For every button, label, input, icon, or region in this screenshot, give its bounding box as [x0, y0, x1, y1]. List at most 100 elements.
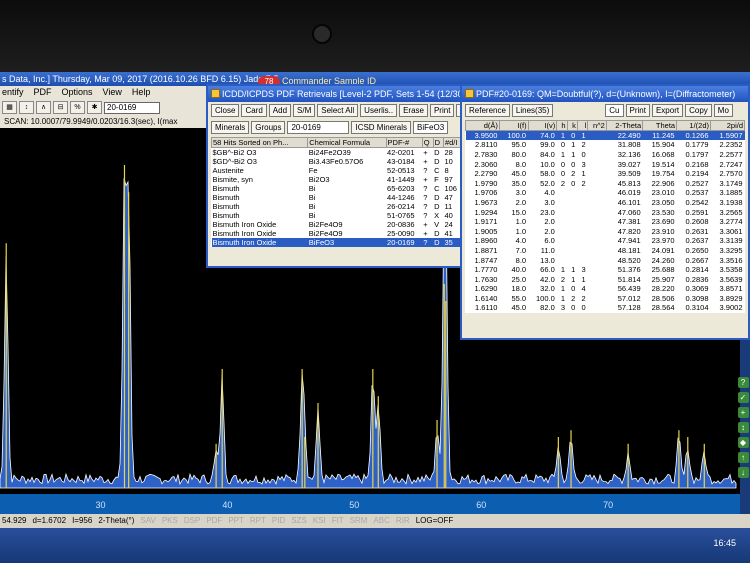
tab-lines[interactable]: Lines(35)	[511, 104, 554, 117]
minerals-button[interactable]: Minerals	[211, 121, 250, 134]
column-header[interactable]: h	[556, 120, 568, 131]
table-row[interactable]: 1.8747 8.0 13.0 48.520 24.260 0.2667 3.3516	[466, 255, 745, 265]
table-row[interactable]: 1.8871 7.0 11.0 48.181 24.091 0.2650 3.3295	[466, 246, 745, 256]
table-row[interactable]: 1.6110 45.0 82.0 3 0 0 57.128 28.564 0.3104 3.900…	[466, 303, 745, 313]
toolbar-button[interactable]: %	[70, 101, 85, 114]
table-row[interactable]: 1.7630 25.0 42.0 2 1 1 51.814 25.907 0.2836 3.563…	[466, 274, 745, 284]
status-tab[interactable]: FIT	[332, 514, 344, 528]
table-row[interactable]: Bismuth Iron Oxide Bi2Fe4O9 25-0090 + D 41	[212, 229, 463, 238]
table-row[interactable]: 1.9673 2.0 3.0 46.101 23.050 0.2542 3.1938	[466, 198, 745, 208]
select-all-button[interactable]: Select All	[317, 104, 359, 117]
status-tab[interactable]: PID	[272, 514, 285, 528]
formula-field[interactable]: BiFeO3	[413, 121, 449, 134]
arrow-down-icon[interactable]: ↓	[737, 467, 749, 478]
column-header[interactable]: 2pi/d	[710, 120, 745, 131]
column-header[interactable]: I(v)	[527, 120, 558, 131]
menu-options[interactable]: Options	[62, 86, 93, 99]
status-tab[interactable]: PKS	[162, 514, 178, 528]
toolbar-button[interactable]: ✱	[87, 101, 102, 114]
table-row[interactable]: 1.7770 40.0 66.0 1 1 3 51.376 25.688 0.2814 3.535…	[466, 265, 745, 275]
status-tab[interactable]: SRM	[350, 514, 368, 528]
toolbar-button[interactable]: ∧	[36, 101, 51, 114]
table-row[interactable]: 1.9005 1.0 2.0 47.820 23.910 0.2631 3.3061	[466, 226, 745, 236]
status-tab[interactable]: RIR	[396, 514, 410, 528]
diamond-icon[interactable]: ◆	[737, 437, 749, 448]
table-row[interactable]: 1.6290 18.0 32.0 1 0 4 56.439 28.220 0.3069 3.857…	[466, 284, 745, 294]
column-header[interactable]: Q	[421, 137, 434, 148]
groups-button[interactable]: Groups	[251, 121, 286, 134]
table-row[interactable]: Bismite, syn Bi2O3 41-1449 + F 97	[212, 175, 463, 184]
pdf-number-field[interactable]: 20-0169	[104, 101, 160, 114]
arrow-up-icon[interactable]: ↑	[737, 452, 749, 463]
table-row[interactable]: 1.9294 15.0 23.0 47.060 23.530 0.2591 3.2565	[466, 207, 745, 217]
table-row[interactable]: Bismuth Iron Oxide BiFeO3 20-0169? D 35	[211, 238, 463, 247]
target-select[interactable]: Cu	[605, 104, 624, 117]
table-row[interactable]: Austenite Fe 52-0513? C 8	[212, 166, 463, 175]
column-header[interactable]: 1/(2d)	[676, 120, 711, 131]
menu-view[interactable]: View	[103, 86, 122, 99]
column-header[interactable]: d(Å)	[465, 120, 500, 131]
tab-reference[interactable]: Reference	[465, 104, 510, 117]
table-row[interactable]: $GB^-Bi2 O3 Bi24Fe2O39 42-0201 + D 28	[212, 148, 463, 157]
status-mode[interactable]: 2-Theta(°)	[98, 514, 134, 528]
status-tab[interactable]: SZS	[291, 514, 307, 528]
toolbar-button[interactable]: ↕	[19, 101, 34, 114]
toolbar-button[interactable]: ⊟	[53, 101, 68, 114]
table-row[interactable]: 1.9706 3.0 4.0 46.019 23.010 0.2537 3.1885	[466, 188, 745, 198]
column-header[interactable]: 2-Theta	[605, 120, 644, 131]
column-header[interactable]: n^2	[587, 120, 607, 131]
status-tab[interactable]: PDF	[206, 514, 222, 528]
print-button[interactable]: Print	[625, 104, 650, 117]
export-button[interactable]: Export	[651, 104, 684, 117]
help-icon[interactable]: ?	[737, 377, 749, 388]
print-button[interactable]: Print	[429, 104, 455, 117]
status-tab[interactable]: ABC	[373, 514, 389, 528]
column-header[interactable]: I(f)	[498, 120, 529, 131]
close-button[interactable]: Close	[211, 104, 240, 117]
table-row[interactable]: 1.6140 55.0 100.0 1 2 2 57.012 28.506 0.3098 3.89…	[466, 294, 745, 304]
table-row[interactable]: Bismuth Bi 65-6203? C 106	[212, 184, 463, 193]
userlist-button[interactable]: Userlis..	[360, 104, 398, 117]
table-row[interactable]: Bismuth Bi 51-0765? X 40	[212, 211, 463, 220]
table-row[interactable]: 3.9500 100.0 74.0 1 0 1 22.490 11.245 0.1266 1.59…	[465, 130, 745, 141]
column-header[interactable]: D	[432, 137, 444, 148]
status-tab[interactable]: KSI	[313, 514, 326, 528]
icsd-minerals-checkbox[interactable]: ICSD Minerals	[351, 121, 412, 134]
column-header[interactable]: k	[566, 120, 578, 131]
status-tab[interactable]: RPT	[250, 514, 266, 528]
status-log[interactable]: LOG=OFF	[416, 514, 454, 528]
menu-pdf[interactable]: PDF	[34, 86, 52, 99]
table-row[interactable]: Bismuth Iron Oxide Bi2Fe4O9 20-0836 + V 24	[212, 220, 463, 229]
plus-icon[interactable]: +	[737, 407, 749, 418]
table-row[interactable]: Bismuth Bi 26-0214? D 11	[212, 202, 463, 211]
table-row[interactable]: 1.8960 4.0 6.0 47.941 23.970 0.2637 3.3139	[466, 236, 745, 246]
resize-icon[interactable]: ↕	[737, 422, 749, 433]
more-button[interactable]: Mo	[713, 104, 733, 117]
status-tab[interactable]: SAV	[140, 514, 155, 528]
menu-identify[interactable]: entify	[2, 86, 24, 99]
column-header[interactable]: Chemical Formula	[307, 137, 387, 148]
column-header[interactable]: l	[576, 120, 589, 131]
table-row[interactable]: 1.9171 1.0 2.0 47.381 23.690 0.2608 3.2774	[466, 217, 745, 227]
erase-button[interactable]: Erase	[399, 104, 428, 117]
column-header[interactable]: 58 Hits Sorted on Ph...	[210, 137, 309, 148]
table-row[interactable]: 1.9790 35.0 52.0 2 0 2 45.813 22.906 0.2527 3.174…	[466, 178, 745, 188]
table-row[interactable]: Bismuth Bi 44-1246? D 47	[212, 193, 463, 202]
table-row[interactable]: $GD^-Bi2 O3 Bi3.43Fe0.57O6 43-0184 + D 10	[212, 157, 463, 166]
add-button[interactable]: Add	[268, 104, 292, 117]
column-header[interactable]: PDF-#	[385, 137, 423, 148]
card-button[interactable]: Card	[241, 104, 267, 117]
menu-help[interactable]: Help	[132, 86, 151, 99]
status-tab[interactable]: DSP	[184, 514, 200, 528]
column-header[interactable]: Theta	[642, 120, 678, 131]
table-row[interactable]: 2.3060 8.0 10.0 0 0 3 39.027 19.514 0.2168 2.7247	[466, 159, 745, 169]
table-row[interactable]: 2.8110 95.0 99.0 0 1 2 31.808 15.904 0.1779 2.235…	[466, 140, 745, 150]
check-icon[interactable]: ✓	[737, 392, 749, 403]
sm-button[interactable]: S/M	[293, 104, 316, 117]
table-row[interactable]: 2.2790 45.0 58.0 0 2 1 39.509 19.754 0.2194 2.757…	[466, 169, 745, 179]
toolbar-button[interactable]: ▦	[2, 101, 17, 114]
table-row[interactable]: 2.7830 80.0 84.0 1 1 0 32.136 16.068 0.1797 2.257…	[466, 150, 745, 160]
pdf-select[interactable]: 20-0169	[287, 121, 350, 134]
status-tab[interactable]: PPT	[228, 514, 244, 528]
copy-button[interactable]: Copy	[685, 104, 712, 117]
